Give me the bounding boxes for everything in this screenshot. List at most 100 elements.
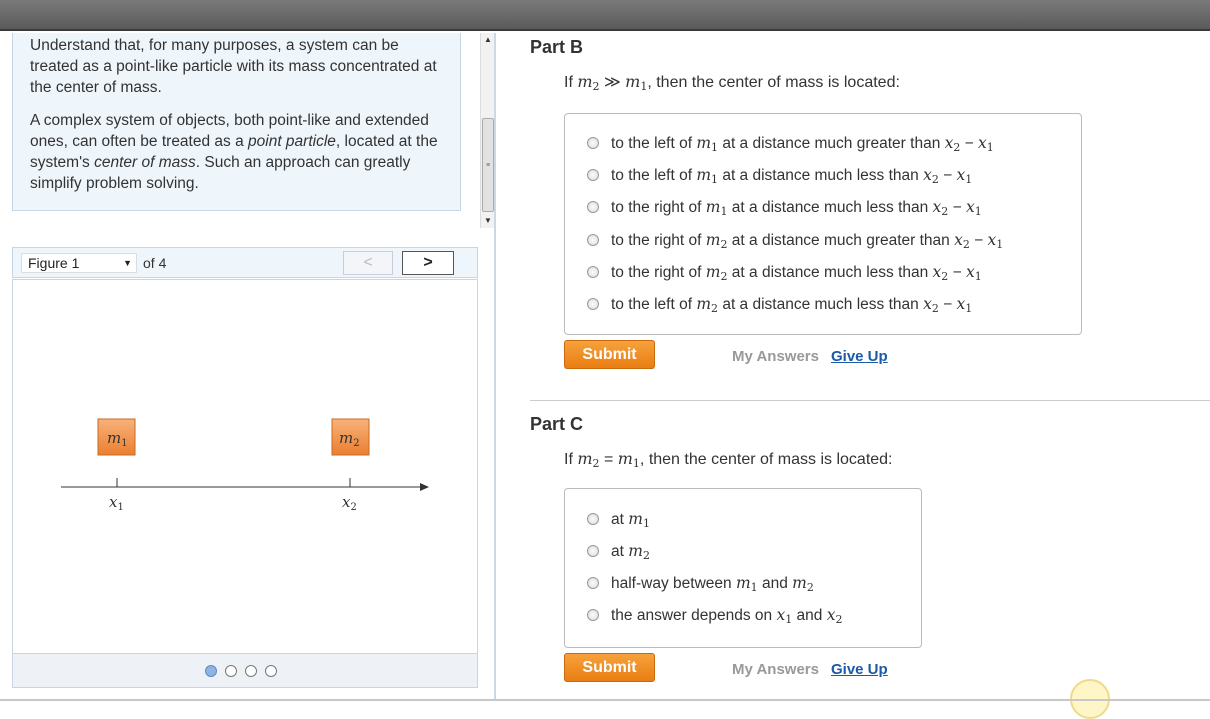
math-sub: 2 [962,238,970,251]
math-var: x [987,231,997,249]
part-c-submit-button[interactable]: Submit [564,653,655,682]
part-c-question: If m2 = m1, then the center of mass is l… [564,449,893,470]
scrollbar-thumb[interactable]: ≡ [482,118,494,212]
math-minus: − [960,135,979,152]
figure-toolbar: Figure 1 ▼ of 4 < > [12,247,478,278]
questions-panel: Part B If m2 ≫ m1, then the center of ma… [498,33,1210,701]
math-var: x [923,166,932,184]
part-c-my-answers-link[interactable]: My Answers [732,661,819,678]
pager-dot-3[interactable] [245,665,257,677]
math-var: m [735,574,751,592]
part-c-choices: at m1 at m2 half-way between m1 and m2 t… [564,488,922,648]
part-c-choice-3[interactable]: half-way between m1 and m2 [587,574,814,594]
pager-dot-4[interactable] [265,665,277,677]
part-b-submit-button[interactable]: Submit [564,340,655,369]
intro-text-box: Understand that, for many purposes, a sy… [12,33,461,211]
math-sub: 2 [592,80,600,93]
radio-button[interactable] [587,266,599,278]
intro-scrollbar[interactable]: ▲ ≡ ▼ [480,33,494,228]
part-b-choice-4[interactable]: to the right of m 2 at a distance much gr… [587,231,1003,251]
part-b-choice-6[interactable]: to the left of m2 at a distance much les… [587,295,972,315]
previous-figure-button[interactable]: < [343,251,393,275]
part-b-my-answers-link[interactable]: My Answers [732,348,819,365]
figure-select[interactable]: Figure 1 ▼ [21,253,137,273]
radio-button[interactable] [587,234,599,246]
scroll-up-arrow-icon[interactable]: ▲ [481,33,495,47]
choice-text: at a distance much less than [718,167,924,184]
choice-text: to the right of [611,264,706,281]
part-b-title: Part B [530,37,584,57]
radio-button[interactable] [587,298,599,310]
math-var: x [932,198,942,216]
math-var: m [705,231,721,249]
radio-button[interactable] [587,169,599,181]
choice-text: to the right of [611,232,706,249]
question-text: , then the center of mass is located: [647,74,900,91]
choice-text: and [792,607,827,624]
math-sub: 2 [592,457,600,470]
browser-top-bar [0,0,1210,31]
math-sub: 1 [986,141,994,154]
math-sub: 1 [974,270,982,283]
choice-text: at a distance much greater than [727,232,955,249]
choice-text: at [611,543,629,560]
question-text: , then the center of mass is located: [639,451,893,468]
radio-button[interactable] [587,545,599,557]
pager-dot-1[interactable] [205,665,217,677]
math-var: x [965,263,975,281]
scroll-down-arrow-icon[interactable]: ▼ [481,214,495,228]
math-sub: 1 [632,457,640,470]
radio-button[interactable] [587,609,599,621]
part-b-choice-3[interactable]: to the right of m 1 at a distance much le… [587,198,982,218]
part-c-give-up-link[interactable]: Give Up [831,661,888,678]
radio-button[interactable] [587,577,599,589]
math-var: m [628,542,643,560]
question-text: If [564,451,578,468]
radio-button[interactable] [587,137,599,149]
math-var: m [577,449,593,468]
intro-paragraph-2: A complex system of objects, both point-… [30,110,444,194]
math-minus: − [938,296,957,313]
math-sub: 1 [965,302,973,315]
x2-label: x2 [342,493,357,513]
part-b-choice-2[interactable]: to the left of m1 at a distance much les… [587,166,972,186]
math-sub: 2 [931,302,939,315]
math-var: m [628,510,643,528]
math-var: m [696,166,712,184]
part-c-choice-2[interactable]: at m2 [587,542,650,562]
part-b-question: If m2 ≫ m1, then the center of mass is l… [564,72,900,93]
pager-dot-2[interactable] [225,665,237,677]
math-minus: − [948,264,966,281]
math-var: m [705,263,721,281]
choice-text: to the left of [611,296,697,313]
part-b-give-up-link[interactable]: Give Up [831,348,888,365]
choice-text: the answer depends on [611,607,777,624]
math-var: m [696,295,712,313]
part-c-choice-1[interactable]: at m1 [587,510,650,530]
math-sub: 1 [996,238,1004,251]
part-b-choice-5[interactable]: to the right of m2 at a distance much le… [587,263,982,283]
part-c-title: Part C [530,414,584,434]
left-panel: Understand that, for many purposes, a sy… [0,33,496,701]
x-axis-arrow-icon [420,483,429,491]
part-b-choice-1[interactable]: to the left of m1 at a distance much gre… [587,134,994,154]
math-minus: − [948,199,966,216]
choice-text: and [757,575,793,592]
figure-count: of 4 [143,255,167,271]
math-var: x [923,295,932,313]
radio-button[interactable] [587,513,599,525]
choice-text: at [611,511,629,528]
chevron-down-icon: ▼ [123,258,132,268]
figure-panel: m1 m2 x1 x2 [12,279,478,687]
next-figure-button[interactable]: > [402,251,454,275]
choice-text: half-way between [611,575,736,592]
radio-button[interactable] [587,201,599,213]
figure-diagram: m1 m2 x1 x2 [61,418,429,513]
math-sub: 1 [711,173,719,186]
choice-text: to the right of [611,199,706,216]
math-minus: − [969,232,988,249]
choice-text: at a distance much less than [727,264,933,281]
part-c-choice-4[interactable]: the answer depends on x1 and x2 [587,606,842,626]
math-sub: 2 [835,613,843,626]
math-var: m [617,449,633,468]
